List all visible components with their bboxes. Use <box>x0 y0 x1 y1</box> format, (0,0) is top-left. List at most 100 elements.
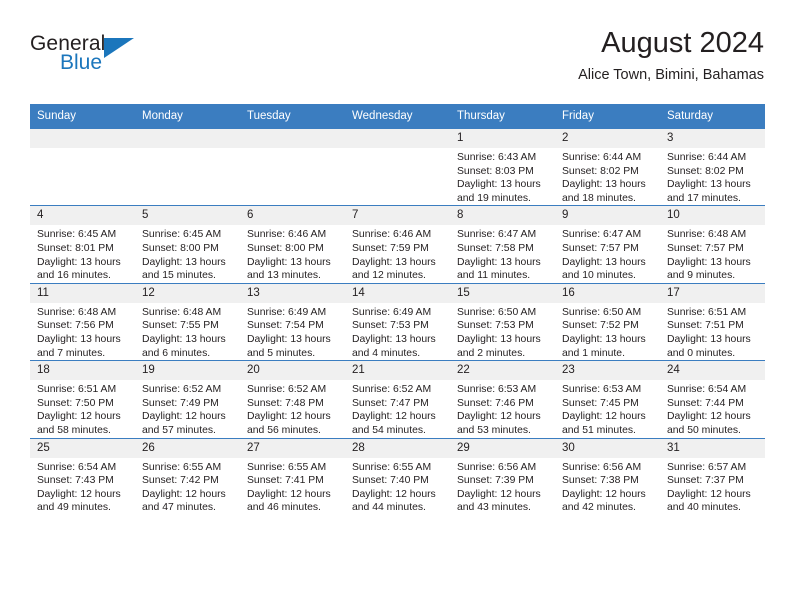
sunset-text: Sunset: 7:57 PM <box>562 242 639 254</box>
daylight-text-cont: and 12 minutes. <box>352 270 426 282</box>
day-number: 13 <box>240 283 345 303</box>
sunset-text: Sunset: 7:53 PM <box>352 320 429 332</box>
daylight-text: Daylight: 12 hours <box>247 411 331 423</box>
daylight-text: Daylight: 12 hours <box>457 488 541 500</box>
daylight-text-cont: and 40 minutes. <box>667 502 741 514</box>
daylight-text-cont: and 10 minutes. <box>562 270 636 282</box>
day-cell[interactable]: 20 Sunrise: 6:52 AM Sunset: 7:48 PM Dayligh… <box>240 360 345 438</box>
day-number: 30 <box>555 438 660 458</box>
day-cell[interactable]: 5 Sunrise: 6:45 AM Sunset: 8:00 PM Daylight… <box>135 205 240 284</box>
sunset-text: Sunset: 8:00 PM <box>247 242 324 254</box>
day-number: 7 <box>345 206 450 226</box>
sunset-text: Sunset: 7:47 PM <box>352 397 429 409</box>
day-details: Sunrise: 6:54 AM Sunset: 7:44 PM Daylight:… <box>660 380 765 437</box>
sunset-text: Sunset: 7:56 PM <box>37 320 114 332</box>
day-cell[interactable]: 10 Sunrise: 6:48 AM Sunset: 7:57 PM Dayligh… <box>660 205 765 284</box>
daylight-text: Daylight: 13 hours <box>457 179 541 191</box>
day-details: Sunrise: 6:44 AM Sunset: 8:02 PM Daylight:… <box>555 148 660 205</box>
day-details: Sunrise: 6:52 AM Sunset: 7:47 PM Daylight:… <box>345 380 450 437</box>
day-details <box>240 148 345 151</box>
sunset-text: Sunset: 8:00 PM <box>142 242 219 254</box>
daylight-text: Daylight: 12 hours <box>562 488 646 500</box>
calendar-week-row: 18 Sunrise: 6:51 AM Sunset: 7:50 PM Dayligh… <box>30 360 765 438</box>
daylight-text: Daylight: 13 hours <box>37 333 121 345</box>
day-cell[interactable]: 22 Sunrise: 6:53 AM Sunset: 7:46 PM Dayligh… <box>450 360 555 438</box>
sunrise-text: Sunrise: 6:48 AM <box>667 229 747 241</box>
day-cell[interactable]: 19 Sunrise: 6:52 AM Sunset: 7:49 PM Dayligh… <box>135 360 240 438</box>
day-cell[interactable]: 11 Sunrise: 6:48 AM Sunset: 7:56 PM Dayligh… <box>30 282 135 361</box>
day-cell[interactable]: 13 Sunrise: 6:49 AM Sunset: 7:54 PM Dayligh… <box>240 282 345 361</box>
day-cell[interactable]: 8 Sunrise: 6:47 AM Sunset: 7:58 PM Daylight… <box>450 205 555 284</box>
day-number: 23 <box>555 361 660 381</box>
day-cell[interactable]: 24 Sunrise: 6:54 AM Sunset: 7:44 PM Dayligh… <box>660 360 765 438</box>
weekday-header-saturday: Saturday <box>660 104 765 129</box>
calendar-grid: Sunday Monday Tuesday Wednesday Thursday Frid… <box>30 104 765 515</box>
day-number: 6 <box>240 206 345 226</box>
day-details: Sunrise: 6:44 AM Sunset: 8:02 PM Daylight:… <box>660 148 765 205</box>
daylight-text-cont: and 44 minutes. <box>352 502 426 514</box>
day-cell[interactable]: 7 Sunrise: 6:46 AM Sunset: 7:59 PM Daylight… <box>345 205 450 284</box>
daylight-text: Daylight: 13 hours <box>37 256 121 268</box>
day-details: Sunrise: 6:46 AM Sunset: 7:59 PM Daylight:… <box>345 225 450 282</box>
day-cell[interactable]: 25 Sunrise: 6:54 AM Sunset: 7:43 PM Dayligh… <box>30 437 135 515</box>
sunset-text: Sunset: 7:49 PM <box>142 397 219 409</box>
day-cell[interactable]: 1 Sunrise: 6:43 AM Sunset: 8:03 PM Daylight… <box>450 127 555 206</box>
sunrise-text: Sunrise: 6:47 AM <box>457 229 537 241</box>
day-number: 9 <box>555 206 660 226</box>
sunset-text: Sunset: 7:43 PM <box>37 475 114 487</box>
sunset-text: Sunset: 7:50 PM <box>37 397 114 409</box>
daylight-text: Daylight: 13 hours <box>667 256 751 268</box>
daylight-text: Daylight: 13 hours <box>457 333 541 345</box>
sunset-text: Sunset: 8:02 PM <box>667 165 744 177</box>
daylight-text: Daylight: 13 hours <box>247 333 331 345</box>
sunset-text: Sunset: 7:41 PM <box>247 475 324 487</box>
sunset-text: Sunset: 7:58 PM <box>457 242 534 254</box>
day-number: 12 <box>135 283 240 303</box>
day-cell[interactable]: 14 Sunrise: 6:49 AM Sunset: 7:53 PM Dayligh… <box>345 282 450 361</box>
sunrise-text: Sunrise: 6:49 AM <box>247 306 327 318</box>
day-details: Sunrise: 6:50 AM Sunset: 7:53 PM Daylight:… <box>450 303 555 360</box>
sunrise-text: Sunrise: 6:52 AM <box>247 384 327 396</box>
day-number: 25 <box>30 438 135 458</box>
page-title: August 2024 <box>601 27 764 59</box>
day-cell[interactable]: 2 Sunrise: 6:44 AM Sunset: 8:02 PM Daylight… <box>555 127 660 206</box>
day-cell[interactable]: 29 Sunrise: 6:56 AM Sunset: 7:39 PM Dayligh… <box>450 437 555 515</box>
day-cell[interactable]: 28 Sunrise: 6:55 AM Sunset: 7:40 PM Dayligh… <box>345 437 450 515</box>
day-cell[interactable]: 16 Sunrise: 6:50 AM Sunset: 7:52 PM Dayligh… <box>555 282 660 361</box>
day-details: Sunrise: 6:54 AM Sunset: 7:43 PM Daylight:… <box>30 458 135 515</box>
daylight-text-cont: and 11 minutes. <box>457 270 531 282</box>
sunset-text: Sunset: 7:59 PM <box>352 242 429 254</box>
day-cell[interactable]: 27 Sunrise: 6:55 AM Sunset: 7:41 PM Dayligh… <box>240 437 345 515</box>
day-cell[interactable]: 15 Sunrise: 6:50 AM Sunset: 7:53 PM Dayligh… <box>450 282 555 361</box>
day-number: 21 <box>345 361 450 381</box>
daylight-text-cont: and 56 minutes. <box>247 424 321 436</box>
day-cell[interactable]: 21 Sunrise: 6:52 AM Sunset: 7:47 PM Dayligh… <box>345 360 450 438</box>
daylight-text: Daylight: 13 hours <box>562 256 646 268</box>
daylight-text-cont: and 53 minutes. <box>457 424 531 436</box>
day-cell[interactable]: 4 Sunrise: 6:45 AM Sunset: 8:01 PM Daylight… <box>30 205 135 284</box>
day-cell-empty <box>240 127 345 206</box>
sunrise-text: Sunrise: 6:50 AM <box>457 306 537 318</box>
day-cell[interactable]: 26 Sunrise: 6:55 AM Sunset: 7:42 PM Dayligh… <box>135 437 240 515</box>
daylight-text-cont: and 1 minute. <box>562 347 625 359</box>
day-cell[interactable]: 12 Sunrise: 6:48 AM Sunset: 7:55 PM Dayligh… <box>135 282 240 361</box>
day-cell[interactable]: 18 Sunrise: 6:51 AM Sunset: 7:50 PM Dayligh… <box>30 360 135 438</box>
day-cell[interactable]: 31 Sunrise: 6:57 AM Sunset: 7:37 PM Dayligh… <box>660 437 765 515</box>
day-details: Sunrise: 6:48 AM Sunset: 7:55 PM Daylight:… <box>135 303 240 360</box>
day-cell[interactable]: 6 Sunrise: 6:46 AM Sunset: 8:00 PM Daylight… <box>240 205 345 284</box>
day-number <box>135 129 240 148</box>
day-cell[interactable]: 17 Sunrise: 6:51 AM Sunset: 7:51 PM Dayligh… <box>660 282 765 361</box>
sunset-text: Sunset: 8:03 PM <box>457 165 534 177</box>
day-cell[interactable]: 3 Sunrise: 6:44 AM Sunset: 8:02 PM Daylight… <box>660 127 765 206</box>
daylight-text: Daylight: 12 hours <box>667 411 751 423</box>
general-blue-logo[interactable]: General Blue <box>30 32 180 84</box>
daylight-text: Daylight: 12 hours <box>352 411 436 423</box>
daylight-text: Daylight: 13 hours <box>142 333 226 345</box>
daylight-text-cont: and 5 minutes. <box>247 347 316 359</box>
day-number: 19 <box>135 361 240 381</box>
page-header: General Blue August 2024 Alice Town, Bim… <box>30 26 764 98</box>
day-cell[interactable]: 9 Sunrise: 6:47 AM Sunset: 7:57 PM Daylight… <box>555 205 660 284</box>
day-details: Sunrise: 6:45 AM Sunset: 8:01 PM Daylight:… <box>30 225 135 282</box>
day-cell[interactable]: 23 Sunrise: 6:53 AM Sunset: 7:45 PM Dayligh… <box>555 360 660 438</box>
day-cell[interactable]: 30 Sunrise: 6:56 AM Sunset: 7:38 PM Dayligh… <box>555 437 660 515</box>
